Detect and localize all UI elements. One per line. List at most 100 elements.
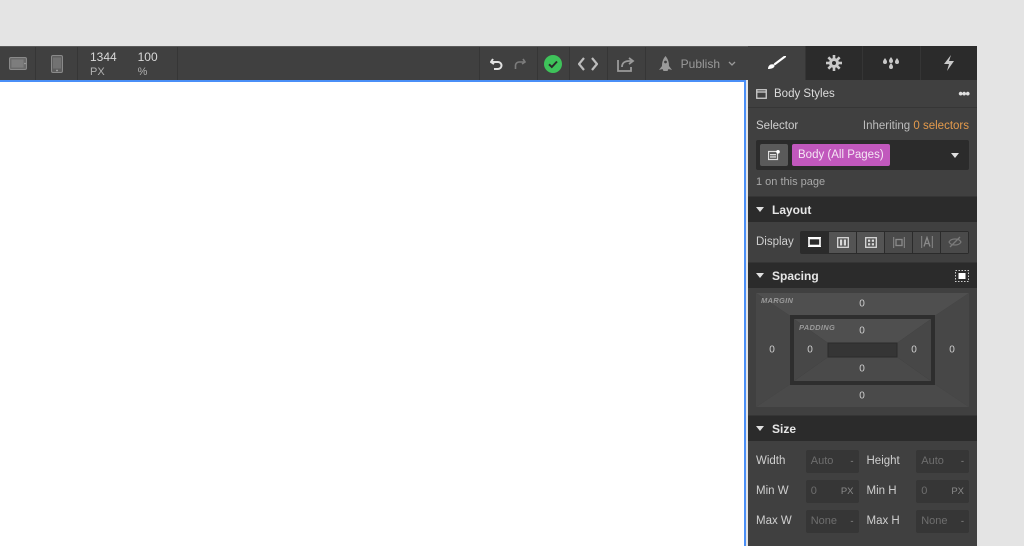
spacing-box-model: MARGIN PADDING 0 0 0 0 0 0 0 0 xyxy=(756,293,969,407)
canvas-size-readout[interactable]: 1344 PX 100 % xyxy=(78,47,178,80)
max-height-label: Max H xyxy=(866,515,900,527)
padding-bottom-value[interactable]: 0 xyxy=(859,364,865,375)
height-value: Auto xyxy=(921,455,944,467)
min-width-unit-dropdown[interactable]: PX xyxy=(841,486,854,497)
panel-header: Body Styles ••• xyxy=(748,80,977,108)
display-flex-button[interactable] xyxy=(829,231,856,253)
spacing-box-model-icon[interactable] xyxy=(955,269,969,282)
margin-left-value[interactable]: 0 xyxy=(769,345,775,356)
display-none-icon xyxy=(947,236,962,248)
min-height-label: Min H xyxy=(866,485,897,497)
code-brackets-icon xyxy=(578,56,599,71)
style-manager-drops-icon xyxy=(883,57,900,69)
share-export-icon xyxy=(617,56,635,72)
selector-field[interactable]: Body (All Pages) xyxy=(756,140,969,170)
display-inline-button[interactable] xyxy=(913,231,940,253)
min-height-input[interactable]: 0 PX xyxy=(916,479,969,503)
section-layout-header[interactable]: Layout xyxy=(748,196,977,222)
width-unit-dropdown[interactable]: - xyxy=(850,456,853,467)
size-row-min: Min W 0 PX Min H 0 PX xyxy=(748,476,977,506)
min-width-input[interactable]: 0 PX xyxy=(805,479,859,503)
section-size-title: Size xyxy=(772,421,797,436)
style-brush-icon xyxy=(768,56,787,69)
display-block-button[interactable] xyxy=(801,231,828,253)
share-button[interactable] xyxy=(606,47,645,80)
margin-top-value[interactable]: 0 xyxy=(859,299,865,310)
undo-icon[interactable] xyxy=(490,57,503,70)
publish-button[interactable]: Publish xyxy=(644,47,748,80)
device-tablet-landscape-button[interactable] xyxy=(0,47,36,80)
inheriting-info: Inheriting 0 selectors xyxy=(863,120,969,140)
panel-title: Body Styles xyxy=(774,87,835,100)
canvas-width-unit: PX xyxy=(90,65,105,78)
height-label: Height xyxy=(866,455,900,467)
page-window-icon xyxy=(756,88,767,99)
interactions-lightning-icon xyxy=(943,55,954,71)
panel-tabs xyxy=(748,46,977,80)
tablet-landscape-icon xyxy=(8,57,27,70)
chevron-down-icon xyxy=(728,61,736,66)
collapse-triangle-icon xyxy=(756,207,764,212)
spacing-editor-wrap: MARGIN PADDING 0 0 0 0 0 0 0 0 xyxy=(748,288,977,415)
min-width-value: 0 xyxy=(810,485,817,497)
design-canvas[interactable] xyxy=(0,80,746,546)
selector-type-button[interactable] xyxy=(760,144,788,166)
max-width-label: Max W xyxy=(756,515,792,527)
size-row-max: Max W None - Max H None - xyxy=(748,506,977,536)
display-options xyxy=(800,230,969,254)
more-options-icon[interactable]: ••• xyxy=(958,86,970,101)
width-value: Auto xyxy=(810,455,834,467)
zoom-value: 100 xyxy=(137,49,158,64)
height-unit-dropdown[interactable]: - xyxy=(961,456,964,467)
undo-redo-group xyxy=(478,47,537,80)
margin-label: MARGIN xyxy=(761,296,794,305)
collapse-triangle-icon xyxy=(756,273,764,278)
tab-style[interactable] xyxy=(748,46,805,80)
tab-interactions[interactable] xyxy=(919,46,978,80)
min-height-unit-dropdown[interactable]: PX xyxy=(951,486,964,497)
tab-settings[interactable] xyxy=(804,46,863,80)
section-size-header[interactable]: Size xyxy=(748,415,977,441)
selector-dropdown-caret-icon[interactable] xyxy=(951,152,959,158)
padding-right-value[interactable]: 0 xyxy=(911,345,917,356)
section-spacing-header[interactable]: Spacing xyxy=(748,262,977,288)
width-label: Width xyxy=(756,455,786,467)
max-height-unit-dropdown[interactable]: - xyxy=(961,516,964,527)
max-width-unit-dropdown[interactable]: - xyxy=(850,516,853,527)
content-box xyxy=(827,342,898,358)
display-inline-block-icon xyxy=(892,236,905,248)
padding-left-value[interactable]: 0 xyxy=(807,345,813,356)
section-spacing-title: Spacing xyxy=(772,268,819,283)
style-panel: Body Styles ••• Selector Inheriting 0 se… xyxy=(748,80,977,546)
save-status-button[interactable] xyxy=(536,47,569,80)
margin-bottom-value[interactable]: 0 xyxy=(859,391,865,402)
selector-tag-body[interactable]: Body (All Pages) xyxy=(792,144,890,166)
page-selector-icon xyxy=(768,149,780,160)
max-height-input[interactable]: None - xyxy=(916,509,969,533)
margin-right-value[interactable]: 0 xyxy=(949,345,955,356)
inheriting-prefix: Inheriting xyxy=(862,120,911,132)
device-mobile-portrait-button[interactable] xyxy=(36,47,78,80)
code-export-button[interactable] xyxy=(568,47,607,80)
display-none-button[interactable] xyxy=(941,231,968,253)
selector-label: Selector xyxy=(756,120,799,132)
section-layout-title: Layout xyxy=(772,202,812,217)
rocket-icon xyxy=(658,55,672,71)
size-row-dimensions: Width Auto - Height Auto - xyxy=(748,446,977,476)
max-width-input[interactable]: None - xyxy=(805,509,859,533)
min-width-label: Min W xyxy=(756,485,789,497)
selector-usage-count: 1 on this page xyxy=(756,176,826,188)
display-inline-icon xyxy=(920,236,933,248)
inheriting-selectors-link[interactable]: 0 selectors xyxy=(913,120,969,132)
toolbar-right: Publish xyxy=(478,47,748,80)
padding-top-value[interactable]: 0 xyxy=(859,326,865,337)
redo-icon[interactable] xyxy=(513,58,527,70)
publish-label: Publish xyxy=(680,56,720,71)
display-grid-icon xyxy=(864,236,877,248)
width-input[interactable]: Auto - xyxy=(805,449,859,473)
height-input[interactable]: Auto - xyxy=(916,449,969,473)
tab-style-manager[interactable] xyxy=(862,46,920,80)
display-grid-button[interactable] xyxy=(857,231,884,253)
display-inline-block-button[interactable] xyxy=(885,231,912,253)
padding-label: PADDING xyxy=(799,323,836,332)
